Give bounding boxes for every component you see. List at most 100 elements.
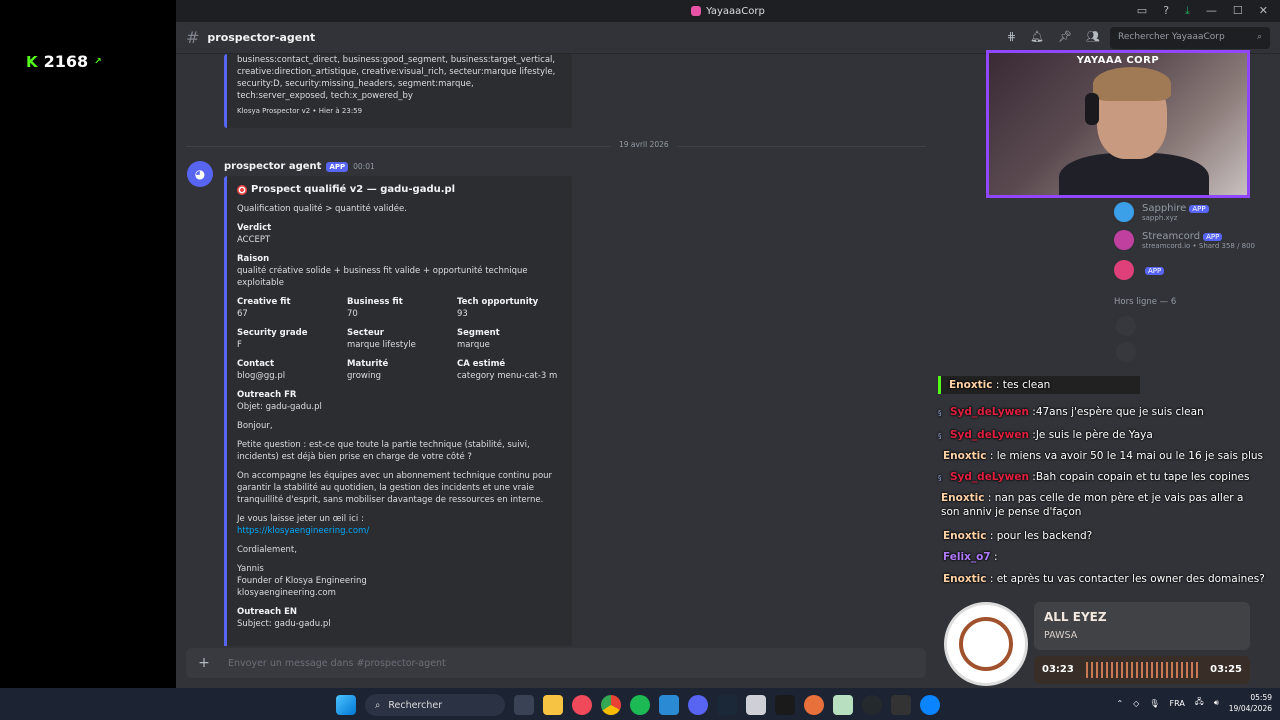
lang-indicator[interactable]: FRA bbox=[1169, 699, 1184, 708]
network-icon[interactable]: 🖧︎ bbox=[1195, 696, 1204, 710]
window-controls: ▭ ? ⤓ — ☐ ✕ bbox=[1137, 4, 1268, 18]
windows-taskbar: ⌕ Rechercher ⌃ ◇ 🎙︎ FRA 🖧︎ 🔊︎ 05:59 19/04… bbox=[0, 688, 1280, 720]
download-icon[interactable]: ⤓ bbox=[1185, 4, 1190, 18]
elapsed-time: 03:23 bbox=[1042, 664, 1074, 675]
taskbar-search-label: Rechercher bbox=[388, 699, 443, 711]
app-badge: APP bbox=[1145, 266, 1165, 275]
vpn-icon[interactable] bbox=[920, 695, 940, 715]
date-label: 19 avril 2026 bbox=[611, 140, 677, 149]
date-divider: 19 avril 2026 bbox=[186, 140, 926, 149]
member-bot[interactable]: APP bbox=[1114, 260, 1165, 280]
file-explorer-icon[interactable] bbox=[543, 695, 563, 715]
field-label: Contact bbox=[237, 359, 275, 369]
track-info: ALL EYEZ PAWSA bbox=[1034, 602, 1250, 650]
author-name[interactable]: prospector agent bbox=[224, 161, 321, 172]
app-badge: APP bbox=[1189, 204, 1209, 213]
chevron-up-icon[interactable]: ⌃ bbox=[1116, 699, 1123, 708]
chat-user: Enoxtic bbox=[943, 573, 987, 585]
chat-user: Enoxtic bbox=[949, 379, 993, 391]
volume-icon[interactable]: 🔊︎ bbox=[1214, 698, 1219, 708]
inbox-icon[interactable]: ▭ bbox=[1137, 4, 1147, 18]
member-avatar bbox=[1114, 202, 1134, 222]
search-placeholder: Rechercher YayaaaCorp bbox=[1118, 32, 1225, 42]
message-time: 00:01 bbox=[353, 162, 375, 171]
mic-icon[interactable]: 🎙︎ bbox=[1149, 699, 1159, 708]
members-icon[interactable]: 👥︎ bbox=[1086, 30, 1100, 43]
chat-message: § Syd_deLywen :Je suis le père de Yaya bbox=[938, 428, 1153, 442]
waveform-icon bbox=[1086, 662, 1198, 678]
steam-icon[interactable] bbox=[717, 695, 737, 715]
field-value: 93 bbox=[457, 309, 468, 319]
field: Creative fit 67 bbox=[237, 296, 347, 320]
threads-icon[interactable]: ⋕ bbox=[1007, 30, 1016, 43]
paragraph-2: On accompagne les équipes avec un abonne… bbox=[237, 471, 553, 505]
app-icon[interactable] bbox=[746, 695, 766, 715]
task-view-icon[interactable] bbox=[514, 695, 534, 715]
discord-icon[interactable] bbox=[688, 695, 708, 715]
raison-value: qualité créative solide + business fit v… bbox=[237, 266, 528, 288]
spotify-icon[interactable] bbox=[630, 695, 650, 715]
chat-text: : et après tu vas contacter les owner de… bbox=[986, 573, 1265, 585]
sub-badge-icon: § bbox=[938, 474, 942, 482]
kick-logo-icon: K bbox=[26, 52, 38, 71]
composer-placeholder: Envoyer un message dans #prospector-agen… bbox=[228, 657, 446, 669]
github-icon[interactable] bbox=[862, 695, 882, 715]
offline-avatar[interactable] bbox=[1116, 342, 1136, 362]
claude-icon[interactable] bbox=[804, 695, 824, 715]
embed-title: Prospect qualifié v2 — gadu-gadu.pl bbox=[237, 184, 567, 196]
member-sapphire[interactable]: Sapphire APP sapph.xyz bbox=[1114, 202, 1209, 222]
add-attachment-icon[interactable]: + bbox=[196, 655, 212, 671]
raison-field: Raison qualité créative solide + busines… bbox=[237, 253, 567, 289]
offline-avatar[interactable] bbox=[1116, 316, 1136, 336]
terminal-app-icon[interactable] bbox=[775, 695, 795, 715]
bot-avatar[interactable]: ◕ bbox=[187, 161, 213, 187]
sub-badge-icon: § bbox=[938, 432, 942, 440]
chat-user: Syd_deLywen bbox=[950, 471, 1029, 483]
app-icon[interactable] bbox=[833, 695, 853, 715]
chat-text: : bbox=[990, 551, 998, 563]
field-label: Secteur bbox=[347, 328, 384, 338]
message-composer[interactable]: + Envoyer un message dans #prospector-ag… bbox=[186, 648, 926, 678]
help-icon[interactable]: ? bbox=[1163, 4, 1169, 18]
maximize-button[interactable]: ☐ bbox=[1233, 4, 1243, 18]
field-value: marque bbox=[457, 340, 490, 350]
member-avatar bbox=[1114, 260, 1134, 280]
field-label: Business fit bbox=[347, 297, 403, 307]
taskbar-search[interactable]: ⌕ Rechercher bbox=[365, 694, 505, 716]
system-tray: ⌃ ◇ 🎙︎ FRA 🖧︎ 🔊︎ 05:59 19/04/2026 bbox=[1116, 692, 1272, 714]
field: Segment marque bbox=[457, 327, 567, 351]
field: Contact blog@gg.pl bbox=[237, 358, 347, 382]
left-overlay-strip: K 2168 ↗ bbox=[0, 0, 176, 720]
vscode-icon[interactable] bbox=[659, 695, 679, 715]
tray-app-icon[interactable]: ◇ bbox=[1133, 699, 1139, 708]
app-badge: APP bbox=[326, 161, 349, 172]
member-streamcord[interactable]: Streamcord APP streamcord.io • Shard 358 … bbox=[1114, 230, 1255, 250]
start-icon[interactable] bbox=[336, 695, 356, 715]
obs-icon[interactable] bbox=[572, 695, 592, 715]
search-icon: ⌕ bbox=[375, 699, 381, 711]
chat-user: Enoxtic bbox=[943, 450, 987, 462]
chrome-icon[interactable] bbox=[601, 695, 621, 715]
total-time: 03:25 bbox=[1210, 664, 1242, 675]
field-value: blog@gg.pl bbox=[237, 371, 286, 381]
close-button[interactable]: ✕ bbox=[1259, 4, 1268, 18]
clock[interactable]: 05:59 19/04/2026 bbox=[1229, 692, 1272, 714]
website-link[interactable]: https://klosyaengineering.com/ bbox=[237, 525, 567, 537]
chat-message: Enoxtic : pour les backend? bbox=[943, 529, 1092, 543]
fields-row-3: Contact blog@gg.pl Maturité growing CA est… bbox=[237, 358, 567, 382]
hash-icon: # bbox=[186, 28, 200, 47]
title-bar: YayaaaCorp ▭ ? ⤓ — ☐ ✕ bbox=[176, 0, 1280, 22]
field: Tech opportunity 93 bbox=[457, 296, 567, 320]
kick-count: 2168 bbox=[43, 52, 89, 71]
prospect-embed: Prospect qualifié v2 — gadu-gadu.pl Qual… bbox=[224, 176, 572, 646]
pin-icon[interactable]: 📌︎ bbox=[1058, 30, 1072, 43]
bell-icon[interactable]: 🔔︎ bbox=[1030, 30, 1044, 43]
chat-message: Enoxtic : et après tu vas contacter les … bbox=[943, 572, 1265, 586]
chat-text: : le miens va avoir 50 le 14 mai ou le 1… bbox=[986, 450, 1264, 462]
search-input[interactable]: Rechercher YayaaaCorp ⌕ bbox=[1110, 27, 1270, 49]
terminal-icon[interactable] bbox=[891, 695, 911, 715]
chat-message: Enoxtic : tes clean bbox=[938, 376, 1141, 394]
headset-icon bbox=[1085, 93, 1099, 125]
minimize-button[interactable]: — bbox=[1206, 4, 1217, 18]
chat-text: : nan pas celle de mon père et je vais p… bbox=[941, 492, 1244, 518]
